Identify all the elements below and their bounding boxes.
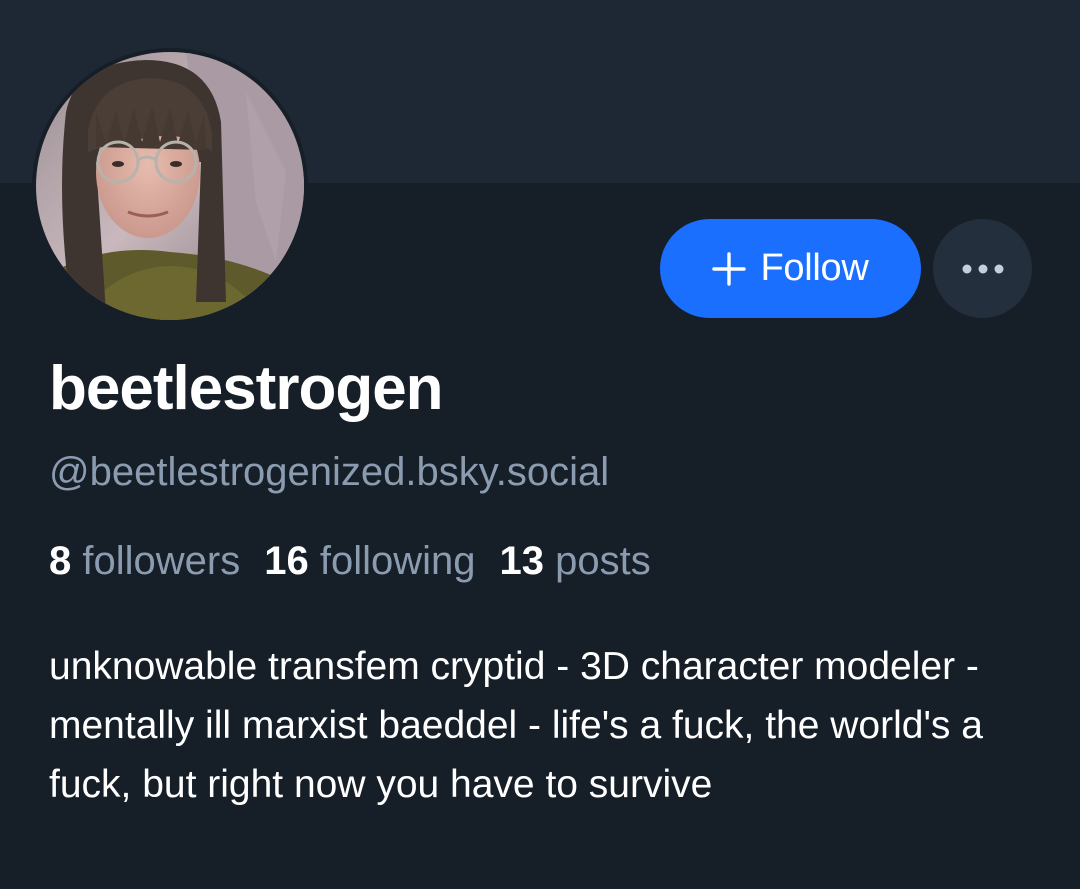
posts-count: 13	[499, 539, 545, 583]
follow-label: Follow	[760, 247, 869, 289]
profile-bio: unknowable transfem cryptid - 3D charact…	[49, 645, 983, 806]
profile-photo	[36, 52, 304, 320]
profile-handle: @beetlestrogenized.bsky.social	[49, 450, 610, 494]
following-label: following	[319, 539, 476, 583]
profile-stats: 8 followers 16 following 13 posts	[49, 541, 651, 581]
posts-label: posts	[555, 539, 651, 583]
plus-icon	[712, 251, 747, 286]
display-name: beetlestrogen	[49, 354, 444, 423]
followers-count: 8	[49, 539, 72, 583]
ellipsis-icon	[962, 264, 1003, 273]
posts-stat: 13 posts	[500, 541, 651, 581]
following-stat[interactable]: 16 following	[264, 541, 475, 581]
followers-stat[interactable]: 8 followers	[49, 541, 240, 581]
following-count: 16	[264, 539, 309, 583]
more-options-button[interactable]	[933, 219, 1032, 318]
avatar[interactable]	[32, 48, 308, 324]
follow-button[interactable]: Follow	[660, 219, 921, 318]
followers-label: followers	[82, 539, 241, 583]
